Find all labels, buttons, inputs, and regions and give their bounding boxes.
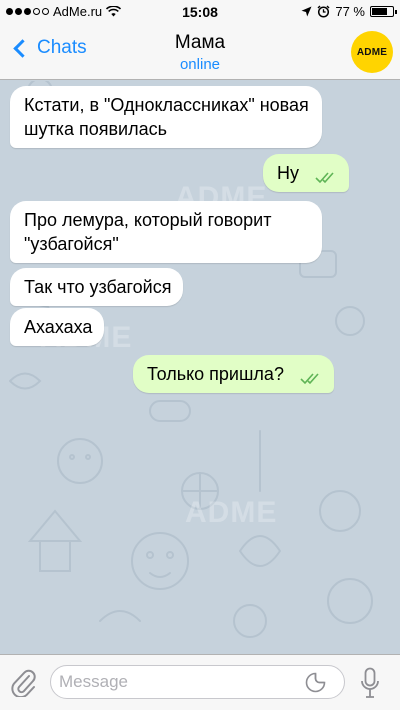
watermark-text: ADME	[185, 496, 278, 529]
location-arrow-icon	[301, 6, 312, 17]
message-text: Ахахаха	[24, 317, 93, 337]
paperclip-icon[interactable]	[10, 667, 36, 697]
status-right: 77 %	[301, 4, 397, 19]
read-checkmarks-icon	[300, 373, 319, 385]
message-text: Кстати, в "Одноклассниках" новая шутка п…	[24, 95, 309, 139]
outgoing-message-bubble[interactable]: Ну	[263, 154, 349, 192]
message-composer	[0, 654, 400, 710]
message-text: Ну	[277, 163, 299, 183]
message-input[interactable]	[50, 665, 345, 699]
incoming-message-bubble[interactable]: Про лемура, который говорит "узбагойся"	[10, 201, 322, 263]
battery-icon	[370, 6, 397, 17]
chat-status: online	[179, 56, 221, 73]
message-text: Только пришла?	[147, 364, 284, 384]
read-checkmarks-icon	[315, 172, 334, 184]
sticker-icon[interactable]	[305, 672, 326, 693]
alarm-clock-icon	[317, 5, 330, 18]
incoming-message-bubble[interactable]: Кстати, в "Одноклассниках" новая шутка п…	[10, 86, 322, 148]
message-text: Про лемура, который говорит "узбагойся"	[24, 210, 272, 254]
message-text: Так что узбагойся	[24, 277, 172, 297]
incoming-message-bubble[interactable]: Ахахаха	[10, 308, 105, 346]
battery-level	[372, 8, 387, 15]
contact-avatar[interactable]: ADME	[351, 31, 393, 73]
battery-percent: 77 %	[335, 4, 365, 19]
outgoing-message-bubble[interactable]: Только пришла?	[133, 355, 334, 393]
microphone-icon[interactable]	[360, 667, 380, 699]
chat-header: Chats Мама online ADME	[0, 24, 400, 80]
incoming-message-bubble[interactable]: Так что узбагойся	[10, 268, 184, 306]
status-bar: AdMe.ru 15:08 77 %	[0, 0, 400, 24]
message-list[interactable]: ADME ADME ADME Кстати, в "Одноклассниках…	[0, 81, 400, 654]
chat-title: Мама	[174, 32, 226, 53]
chat-title-block[interactable]: Мама online	[0, 32, 400, 73]
